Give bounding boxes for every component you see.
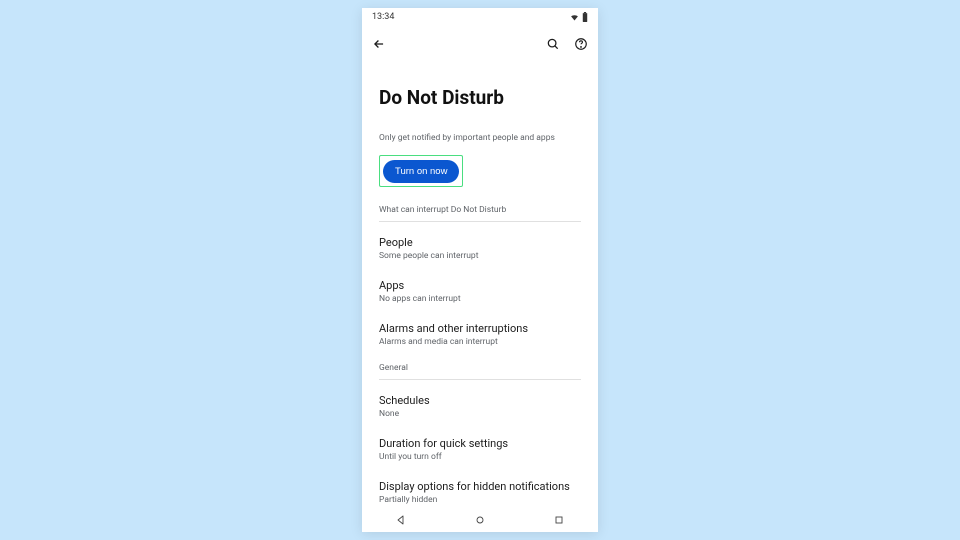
- setting-title: Display options for hidden notifications: [379, 480, 581, 493]
- battery-icon: [582, 12, 588, 22]
- setting-title: Schedules: [379, 394, 581, 407]
- turn-on-highlight: Turn on now: [379, 155, 463, 187]
- wifi-icon: [570, 13, 579, 22]
- setting-sub: None: [379, 409, 581, 419]
- help-icon: [574, 37, 588, 51]
- setting-sub: Some people can interrupt: [379, 251, 581, 261]
- section-header-interrupt: What can interrupt Do Not Disturb: [379, 201, 581, 222]
- setting-title: Duration for quick settings: [379, 437, 581, 450]
- system-nav-bar: [362, 508, 598, 532]
- back-button[interactable]: [372, 37, 386, 51]
- setting-duration[interactable]: Duration for quick settings Until you tu…: [379, 429, 581, 472]
- content-area: Do Not Disturb Only get notified by impo…: [362, 62, 598, 508]
- nav-recents[interactable]: [553, 514, 565, 526]
- setting-sub: Partially hidden: [379, 495, 581, 505]
- setting-title: Alarms and other interruptions: [379, 322, 581, 335]
- section-header-general: General: [379, 359, 581, 380]
- phone-frame: 13:34 Do Not Disturb Only get notified b…: [362, 8, 598, 532]
- setting-title: Apps: [379, 279, 581, 292]
- status-time: 13:34: [372, 12, 394, 22]
- setting-title: People: [379, 236, 581, 249]
- status-bar: 13:34: [362, 8, 598, 26]
- back-arrow-icon: [372, 37, 386, 51]
- nav-home-icon: [474, 514, 486, 526]
- setting-apps[interactable]: Apps No apps can interrupt: [379, 271, 581, 314]
- page-title: Do Not Disturb: [379, 86, 581, 109]
- setting-alarms[interactable]: Alarms and other interruptions Alarms an…: [379, 314, 581, 357]
- status-icons: [570, 12, 588, 22]
- nav-recents-icon: [553, 514, 565, 526]
- search-icon: [546, 37, 560, 51]
- app-bar: [362, 26, 598, 62]
- setting-sub: No apps can interrupt: [379, 294, 581, 304]
- setting-schedules[interactable]: Schedules None: [379, 386, 581, 429]
- setting-sub: Until you turn off: [379, 452, 581, 462]
- help-button[interactable]: [574, 37, 588, 51]
- setting-display-options[interactable]: Display options for hidden notifications…: [379, 472, 581, 508]
- search-button[interactable]: [546, 37, 560, 51]
- setting-people[interactable]: People Some people can interrupt: [379, 228, 581, 271]
- setting-sub: Alarms and media can interrupt: [379, 337, 581, 347]
- nav-back-icon: [395, 514, 407, 526]
- page-subtitle: Only get notified by important people an…: [379, 133, 581, 143]
- turn-on-button[interactable]: Turn on now: [383, 160, 459, 183]
- nav-home[interactable]: [474, 514, 486, 526]
- nav-back[interactable]: [395, 514, 407, 526]
